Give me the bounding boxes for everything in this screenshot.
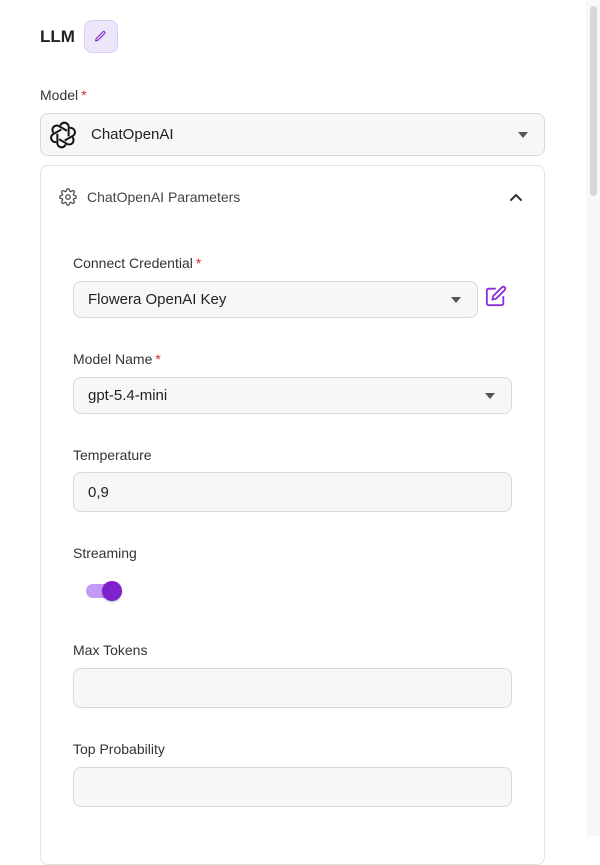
panel-header: LLM <box>40 20 118 53</box>
streaming-toggle[interactable] <box>86 579 122 603</box>
gear-icon <box>59 188 77 206</box>
params-header[interactable]: ChatOpenAI Parameters <box>59 188 240 206</box>
temperature-input[interactable]: 0,9 <box>73 472 512 512</box>
llm-node-panel: LLM Model * ChatOpenAI ChatOpenAI Parame… <box>0 0 586 865</box>
model-name-select[interactable]: gpt-5.4-mini <box>73 377 512 414</box>
required-marker: * <box>155 351 161 367</box>
model-select-value: ChatOpenAI <box>91 126 174 143</box>
chevron-up-icon <box>510 194 522 201</box>
toggle-knob <box>102 581 122 601</box>
model-name-value: gpt-5.4-mini <box>88 387 168 404</box>
model-name-label-text: Model Name <box>73 351 153 367</box>
streaming-label: Streaming <box>73 545 137 561</box>
chevron-down-icon <box>451 296 461 303</box>
chevron-down-icon <box>518 131 528 138</box>
openai-logo-icon <box>48 120 78 150</box>
temperature-value: 0,9 <box>88 483 109 501</box>
model-name-label: Model Name * <box>73 351 161 367</box>
scrollbar-thumb[interactable] <box>590 6 597 196</box>
edit-icon <box>485 285 507 307</box>
max-tokens-label: Max Tokens <box>73 642 148 658</box>
params-title: ChatOpenAI Parameters <box>87 189 241 205</box>
credential-label: Connect Credential * <box>73 255 201 271</box>
top-probability-label: Top Probability <box>73 741 165 757</box>
model-label: Model * <box>40 87 87 103</box>
model-select[interactable]: ChatOpenAI <box>40 113 545 156</box>
collapse-button[interactable] <box>508 190 524 204</box>
chevron-down-icon <box>485 392 495 399</box>
top-probability-input[interactable] <box>73 767 512 807</box>
panel-title: LLM <box>40 26 75 46</box>
required-marker: * <box>195 255 202 271</box>
credential-label-text: Connect Credential <box>73 255 193 271</box>
scrollbar[interactable] <box>586 0 600 836</box>
max-tokens-input[interactable] <box>73 668 512 708</box>
credential-select-value: Flowera OpenAI Key <box>88 291 227 308</box>
credential-select[interactable]: Flowera OpenAI Key <box>73 281 478 318</box>
temperature-label: Temperature <box>73 447 152 463</box>
params-card: ChatOpenAI Parameters Connect Credential… <box>40 165 545 865</box>
pencil-icon <box>95 31 106 42</box>
required-marker: * <box>81 87 87 103</box>
edit-credential-button[interactable] <box>485 285 507 307</box>
model-label-text: Model <box>40 87 79 103</box>
edit-title-button[interactable] <box>83 20 118 53</box>
